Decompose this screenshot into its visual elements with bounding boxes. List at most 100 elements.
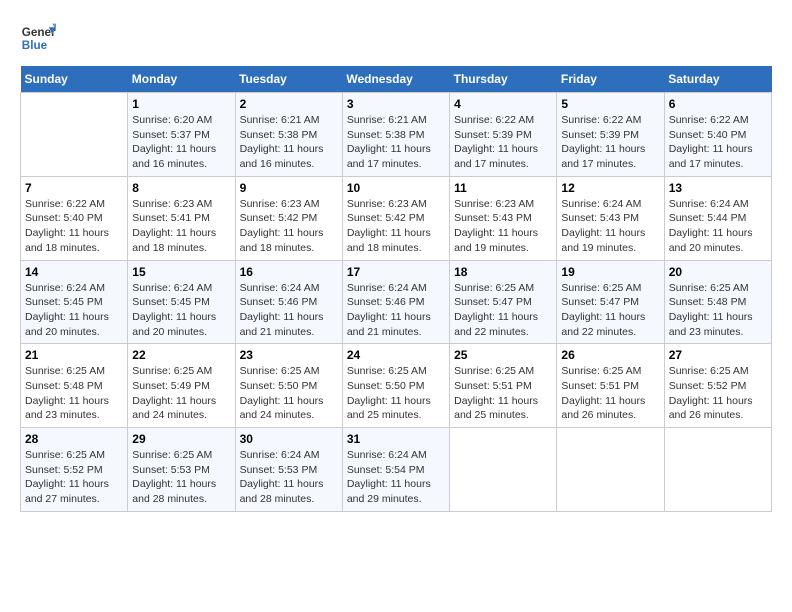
calendar-day-cell: 16Sunrise: 6:24 AM Sunset: 5:46 PM Dayli… <box>235 260 342 344</box>
day-number: 13 <box>669 181 767 195</box>
calendar-week-row: 14 Sunrise: 6:24 AM Sunset: 5:45 PM Dayli… <box>21 260 772 344</box>
day-number: 11 <box>454 181 552 195</box>
calendar-day-cell: 10 Sunrise: 6:23 AM Sunset: 5:42 PM Dayli… <box>342 176 449 260</box>
day-info: Sunrise: 6:24 AM Sunset: 5:43 PM Dayligh… <box>561 197 659 256</box>
day-number: 25 <box>454 348 552 362</box>
day-info: Sunrise: 6:24 AM Sunset: 5:45 PM Dayligh… <box>25 281 123 340</box>
day-number: 9 <box>240 181 338 195</box>
day-info: Sunrise: 6:25 AM Sunset: 5:47 PM Dayligh… <box>454 281 552 340</box>
day-info: Sunrise: 6:22 AM Sunset: 5:39 PM Dayligh… <box>454 113 552 172</box>
day-info: Sunrise: 6:25 AM Sunset: 5:48 PM Dayligh… <box>669 281 767 340</box>
day-number: 27 <box>669 348 767 362</box>
day-number: 21 <box>25 348 123 362</box>
calendar-day-cell <box>450 428 557 512</box>
day-info: Sunrise: 6:23 AM Sunset: 5:42 PM Dayligh… <box>347 197 445 256</box>
calendar-week-row: 28 Sunrise: 6:25 AM Sunset: 5:52 PM Dayli… <box>21 428 772 512</box>
day-number: 28 <box>25 432 123 446</box>
day-number: 4 <box>454 97 552 111</box>
day-number: 3 <box>347 97 445 111</box>
day-number: 12 <box>561 181 659 195</box>
day-info: Sunrise: 6:25 AM Sunset: 5:47 PM Dayligh… <box>561 281 659 340</box>
day-number: 14 <box>25 265 123 279</box>
calendar-day-cell: 23Sunrise: 6:25 AM Sunset: 5:50 PM Dayli… <box>235 344 342 428</box>
day-number: 19 <box>561 265 659 279</box>
day-number: 2 <box>240 97 338 111</box>
day-info: Sunrise: 6:25 AM Sunset: 5:52 PM Dayligh… <box>25 448 123 507</box>
calendar-body: 1 Sunrise: 6:20 AM Sunset: 5:37 PM Daylig… <box>21 93 772 512</box>
calendar-day-cell <box>664 428 771 512</box>
calendar-day-cell: 11 Sunrise: 6:23 AM Sunset: 5:43 PM Dayli… <box>450 176 557 260</box>
calendar-day-cell: 8 Sunrise: 6:23 AM Sunset: 5:41 PM Daylig… <box>128 176 235 260</box>
calendar-day-cell: 31Sunrise: 6:24 AM Sunset: 5:54 PM Dayli… <box>342 428 449 512</box>
calendar-day-cell <box>21 93 128 177</box>
calendar-week-row: 7 Sunrise: 6:22 AM Sunset: 5:40 PM Daylig… <box>21 176 772 260</box>
day-info: Sunrise: 6:20 AM Sunset: 5:37 PM Dayligh… <box>132 113 230 172</box>
day-number: 7 <box>25 181 123 195</box>
svg-text:Blue: Blue <box>22 39 48 52</box>
day-of-week-header: Friday <box>557 66 664 93</box>
day-info: Sunrise: 6:23 AM Sunset: 5:42 PM Dayligh… <box>240 197 338 256</box>
day-number: 26 <box>561 348 659 362</box>
calendar-day-cell: 9 Sunrise: 6:23 AM Sunset: 5:42 PM Daylig… <box>235 176 342 260</box>
logo: General Blue <box>20 20 56 56</box>
day-number: 22 <box>132 348 230 362</box>
day-number: 1 <box>132 97 230 111</box>
calendar-table: SundayMondayTuesdayWednesdayThursdayFrid… <box>20 66 772 512</box>
calendar-day-cell: 6Sunrise: 6:22 AM Sunset: 5:40 PM Daylig… <box>664 93 771 177</box>
day-info: Sunrise: 6:25 AM Sunset: 5:48 PM Dayligh… <box>25 364 123 423</box>
day-number: 10 <box>347 181 445 195</box>
day-info: Sunrise: 6:22 AM Sunset: 5:40 PM Dayligh… <box>25 197 123 256</box>
day-number: 18 <box>454 265 552 279</box>
calendar-day-cell: 20 Sunrise: 6:25 AM Sunset: 5:48 PM Dayli… <box>664 260 771 344</box>
day-info: Sunrise: 6:25 AM Sunset: 5:50 PM Dayligh… <box>240 364 338 423</box>
calendar-week-row: 21 Sunrise: 6:25 AM Sunset: 5:48 PM Dayli… <box>21 344 772 428</box>
calendar-day-cell: 5 Sunrise: 6:22 AM Sunset: 5:39 PM Daylig… <box>557 93 664 177</box>
day-number: 8 <box>132 181 230 195</box>
day-info: Sunrise: 6:22 AM Sunset: 5:39 PM Dayligh… <box>561 113 659 172</box>
day-of-week-header: Monday <box>128 66 235 93</box>
calendar-day-cell: 2 Sunrise: 6:21 AM Sunset: 5:38 PM Daylig… <box>235 93 342 177</box>
day-info: Sunrise: 6:24 AM Sunset: 5:44 PM Dayligh… <box>669 197 767 256</box>
calendar-day-cell: 18 Sunrise: 6:25 AM Sunset: 5:47 PM Dayli… <box>450 260 557 344</box>
calendar-header-row: SundayMondayTuesdayWednesdayThursdayFrid… <box>21 66 772 93</box>
day-number: 24 <box>347 348 445 362</box>
calendar-day-cell: 21 Sunrise: 6:25 AM Sunset: 5:48 PM Dayli… <box>21 344 128 428</box>
day-number: 20 <box>669 265 767 279</box>
calendar-day-cell: 22 Sunrise: 6:25 AM Sunset: 5:49 PM Dayli… <box>128 344 235 428</box>
day-info: Sunrise: 6:24 AM Sunset: 5:46 PM Dayligh… <box>347 281 445 340</box>
calendar-day-cell: 1 Sunrise: 6:20 AM Sunset: 5:37 PM Daylig… <box>128 93 235 177</box>
calendar-day-cell <box>557 428 664 512</box>
day-number: 5 <box>561 97 659 111</box>
calendar-day-cell: 25Sunrise: 6:25 AM Sunset: 5:51 PM Dayli… <box>450 344 557 428</box>
calendar-day-cell: 28 Sunrise: 6:25 AM Sunset: 5:52 PM Dayli… <box>21 428 128 512</box>
calendar-day-cell: 30Sunrise: 6:24 AM Sunset: 5:53 PM Dayli… <box>235 428 342 512</box>
day-info: Sunrise: 6:24 AM Sunset: 5:46 PM Dayligh… <box>240 281 338 340</box>
day-info: Sunrise: 6:25 AM Sunset: 5:51 PM Dayligh… <box>561 364 659 423</box>
day-info: Sunrise: 6:25 AM Sunset: 5:50 PM Dayligh… <box>347 364 445 423</box>
day-number: 6 <box>669 97 767 111</box>
day-info: Sunrise: 6:23 AM Sunset: 5:41 PM Dayligh… <box>132 197 230 256</box>
calendar-day-cell: 15 Sunrise: 6:24 AM Sunset: 5:45 PM Dayli… <box>128 260 235 344</box>
calendar-day-cell: 12 Sunrise: 6:24 AM Sunset: 5:43 PM Dayli… <box>557 176 664 260</box>
calendar-day-cell: 27 Sunrise: 6:25 AM Sunset: 5:52 PM Dayli… <box>664 344 771 428</box>
day-number: 17 <box>347 265 445 279</box>
day-number: 29 <box>132 432 230 446</box>
day-info: Sunrise: 6:21 AM Sunset: 5:38 PM Dayligh… <box>347 113 445 172</box>
calendar-day-cell: 26 Sunrise: 6:25 AM Sunset: 5:51 PM Dayli… <box>557 344 664 428</box>
calendar-day-cell: 13 Sunrise: 6:24 AM Sunset: 5:44 PM Dayli… <box>664 176 771 260</box>
day-info: Sunrise: 6:25 AM Sunset: 5:49 PM Dayligh… <box>132 364 230 423</box>
day-of-week-header: Thursday <box>450 66 557 93</box>
logo-icon: General Blue <box>20 20 56 56</box>
calendar-week-row: 1 Sunrise: 6:20 AM Sunset: 5:37 PM Daylig… <box>21 93 772 177</box>
day-info: Sunrise: 6:25 AM Sunset: 5:53 PM Dayligh… <box>132 448 230 507</box>
day-of-week-header: Sunday <box>21 66 128 93</box>
day-info: Sunrise: 6:25 AM Sunset: 5:52 PM Dayligh… <box>669 364 767 423</box>
day-info: Sunrise: 6:24 AM Sunset: 5:53 PM Dayligh… <box>240 448 338 507</box>
day-info: Sunrise: 6:23 AM Sunset: 5:43 PM Dayligh… <box>454 197 552 256</box>
calendar-day-cell: 14 Sunrise: 6:24 AM Sunset: 5:45 PM Dayli… <box>21 260 128 344</box>
day-number: 15 <box>132 265 230 279</box>
day-info: Sunrise: 6:24 AM Sunset: 5:45 PM Dayligh… <box>132 281 230 340</box>
page-header: General Blue <box>20 20 772 56</box>
day-info: Sunrise: 6:24 AM Sunset: 5:54 PM Dayligh… <box>347 448 445 507</box>
day-info: Sunrise: 6:21 AM Sunset: 5:38 PM Dayligh… <box>240 113 338 172</box>
